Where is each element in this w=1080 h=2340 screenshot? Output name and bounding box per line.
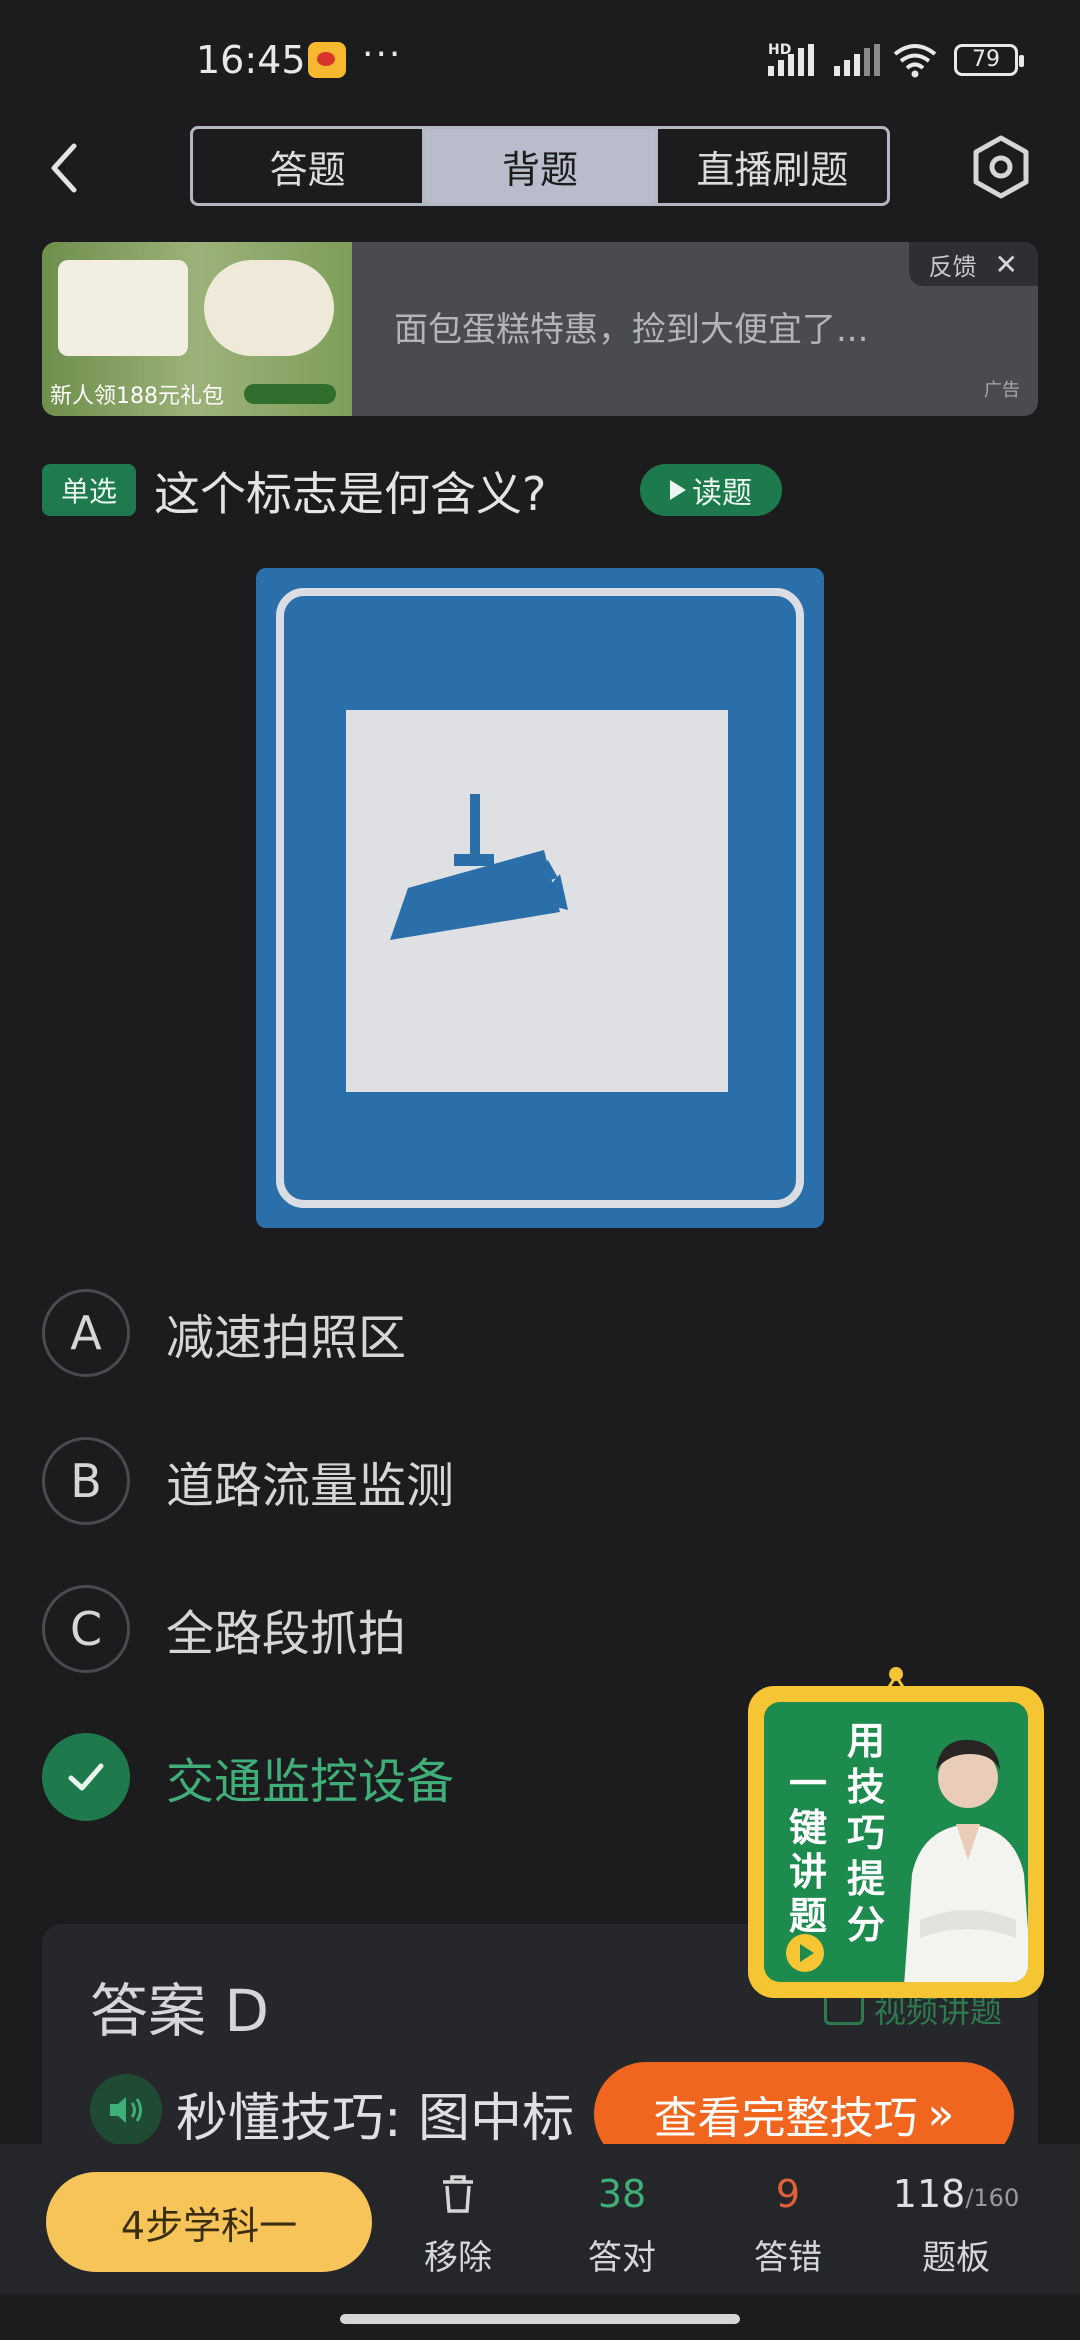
- promo-frame: 一键讲题 用技巧提分: [748, 1686, 1044, 1998]
- promo-text-tips: 用技巧提分: [846, 1719, 885, 1947]
- option-a-letter: A: [42, 1289, 130, 1377]
- surveillance-camera-icon: [390, 794, 568, 940]
- question-text: 这个标志是何含义?: [154, 467, 547, 521]
- home-indicator[interactable]: [340, 2314, 740, 2324]
- signal-icon: [768, 44, 814, 76]
- option-b-text: 道路流量监测: [166, 1458, 455, 1514]
- traffic-sign-image: [256, 568, 824, 1228]
- double-chevron-right-icon: »: [927, 2088, 955, 2140]
- ad-image-caption: 新人领188元礼包: [50, 384, 224, 409]
- play-icon: [670, 480, 686, 500]
- cake-image: [58, 260, 188, 356]
- correct-count-button[interactable]: 38 答对: [552, 2166, 692, 2279]
- weibo-notification-icon: [308, 42, 346, 78]
- question-board-button[interactable]: 118 /160 题板: [886, 2166, 1026, 2279]
- ad-text: 面包蛋糕特惠，捡到大便宜了...: [394, 310, 869, 350]
- more-notifications-icon: ···: [362, 34, 403, 75]
- answer-label: 答案 D: [90, 1977, 270, 2045]
- sign-panel: [346, 710, 728, 1092]
- board-label: 题板: [922, 2238, 990, 2278]
- read-question-button[interactable]: 读题: [640, 464, 782, 516]
- option-d-text: 交通监控设备: [166, 1754, 455, 1810]
- board-total: /160: [965, 2184, 1020, 2212]
- study-steps-button[interactable]: 4步学科一: [46, 2172, 372, 2272]
- wrong-label: 答错: [754, 2238, 822, 2278]
- ad-feedback-label[interactable]: 反馈: [929, 247, 977, 282]
- trash-icon: [388, 2166, 528, 2222]
- option-a-text: 减速拍照区: [166, 1310, 407, 1366]
- question-type-badge: 单选: [42, 464, 136, 516]
- remove-button[interactable]: 移除: [388, 2166, 528, 2279]
- tab-answer[interactable]: 答题: [193, 129, 422, 203]
- read-question-label: 读题: [692, 476, 752, 511]
- battery-icon: 79: [954, 44, 1024, 76]
- back-button[interactable]: [40, 138, 90, 198]
- ad-feedback-close[interactable]: 反馈 ✕: [908, 242, 1038, 286]
- view-full-tip-label: 查看完整技巧: [653, 2093, 918, 2144]
- board-current: 118: [892, 2172, 966, 2216]
- battery-level: 79: [972, 47, 1000, 72]
- wrong-count: 9: [775, 2172, 801, 2216]
- wrong-count-button[interactable]: 9 答错: [718, 2166, 858, 2279]
- promo-board: 一键讲题 用技巧提分: [764, 1702, 1028, 1982]
- correct-label: 答对: [588, 2238, 656, 2278]
- option-b-letter: B: [42, 1437, 130, 1525]
- close-icon[interactable]: ✕: [995, 248, 1018, 281]
- settings-button[interactable]: [970, 134, 1032, 200]
- ad-banner[interactable]: 新人领188元礼包 面包蛋糕特惠，捡到大便宜了... 反馈 ✕ 广告: [42, 242, 1038, 416]
- play-icon: [786, 1934, 824, 1972]
- status-bar: 16:45 ··· HD 79: [0, 0, 1080, 120]
- status-time: 16:45: [196, 38, 306, 82]
- promo-text-one-click: 一键讲题: [788, 1762, 827, 1938]
- mode-tabs: 答题 背题 直播刷题: [190, 126, 890, 206]
- tip-text: 秒懂技巧: 图中标: [176, 2089, 575, 2149]
- speaker-icon[interactable]: [90, 2074, 162, 2146]
- board-progress: 118 /160: [886, 2166, 1026, 2222]
- option-b[interactable]: B 道路流量监测: [42, 1436, 742, 1526]
- correct-count: 38: [597, 2172, 647, 2216]
- option-d[interactable]: 交通监控设备: [42, 1732, 742, 1822]
- check-icon: [42, 1733, 130, 1821]
- option-c-letter: C: [42, 1585, 130, 1673]
- option-c[interactable]: C 全路段抓拍: [42, 1584, 742, 1674]
- remove-label: 移除: [424, 2238, 492, 2278]
- ad-image: 新人领188元礼包: [42, 242, 352, 416]
- ad-image-badge: [244, 384, 336, 404]
- cake-roll-image: [204, 260, 334, 356]
- video-tips-promo[interactable]: 一键讲题 用技巧提分: [748, 1664, 1044, 1998]
- wifi-icon: [893, 44, 937, 78]
- option-a[interactable]: A 减速拍照区: [42, 1288, 742, 1378]
- tab-live-practice[interactable]: 直播刷题: [654, 129, 887, 203]
- ad-label: 广告: [984, 380, 1020, 401]
- bottom-bar: 4步学科一 移除 38 答对 9 答错 118 /160 题板: [0, 2144, 1080, 2294]
- option-c-text: 全路段抓拍: [166, 1606, 407, 1662]
- tab-memorize[interactable]: 背题: [422, 129, 655, 203]
- presenter-avatar: [904, 1739, 1028, 1982]
- signal-icon-2: [834, 44, 880, 76]
